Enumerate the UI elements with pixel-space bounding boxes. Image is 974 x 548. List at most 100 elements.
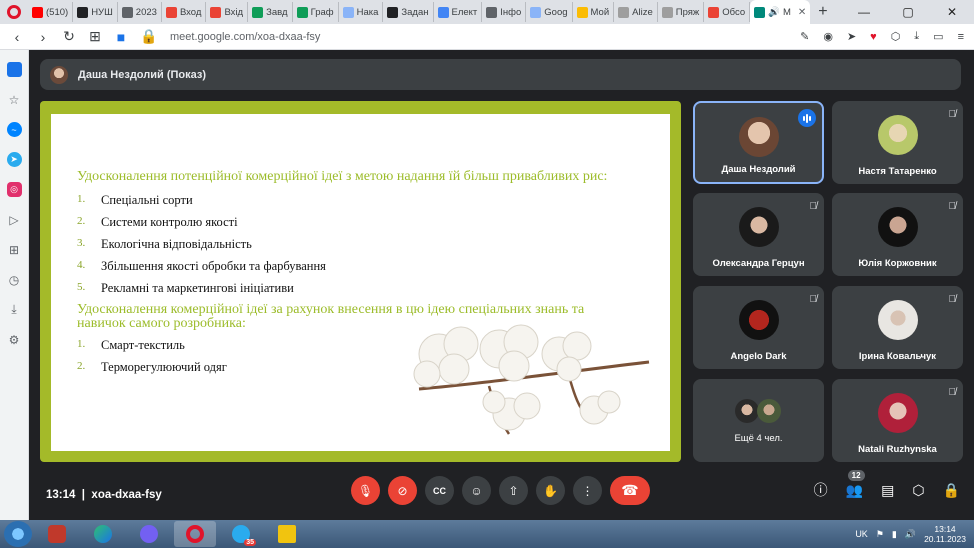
home-icon[interactable] (6, 62, 22, 77)
snapshot-icon[interactable]: ◉ (823, 30, 833, 43)
mic-off-icon: 🎙̸ (948, 109, 957, 120)
taskbar-app-explorer[interactable] (266, 521, 308, 547)
browser-tab[interactable]: Обсо (704, 2, 751, 22)
minimize-icon[interactable]: — (842, 0, 886, 24)
slide-list-item: 5. Рекламні та маркетингові ініціативи (77, 281, 294, 295)
participant-tile[interactable]: 🎙̸ Олександра Герцун (693, 193, 824, 276)
slide-list-item: 2. Терморегулюючий одяг (77, 360, 227, 374)
browser-tab[interactable]: Вхід (206, 2, 249, 22)
participant-tile[interactable]: 🎙̸ Юлія Коржовник (832, 193, 963, 276)
presenter-bar: Даша Нездолий (Показ) (40, 59, 961, 90)
browser-tab[interactable]: Вход (162, 2, 207, 22)
download-icon[interactable]: ⤓ (914, 30, 919, 43)
start-button[interactable] (4, 521, 32, 547)
gmail-icon (210, 6, 222, 18)
emoji-button[interactable]: ☺ (462, 476, 491, 505)
history-icon[interactable]: ◷ (7, 272, 22, 287)
browser-tab[interactable]: Нака (339, 2, 384, 22)
browser-tab[interactable]: Граф (293, 2, 339, 22)
taskbar-app-telegram[interactable]: 35 (220, 521, 262, 547)
browser-tab[interactable]: Завд (248, 2, 293, 22)
raise-hand-button[interactable]: ✋ (536, 476, 565, 505)
window-controls: — ▢ ✕ (842, 0, 974, 24)
browser-tab[interactable]: 2023 (118, 2, 162, 22)
downloads-icon[interactable]: ⤓ (7, 302, 22, 317)
browser-tab[interactable]: НУШ (73, 2, 118, 22)
extensions-icon[interactable]: ⊞ (7, 242, 22, 257)
site-icon (618, 6, 630, 18)
browser-tab[interactable]: Goog (526, 2, 573, 22)
present-button[interactable]: ⇧ (499, 476, 528, 505)
participant-tile[interactable]: 🎙̸ Ірина Ковальчук (832, 286, 963, 369)
tabs-grid-icon[interactable]: ⊞ (88, 28, 102, 45)
close-tab-icon[interactable]: ✕ (798, 7, 806, 18)
messenger-icon[interactable]: ~ (6, 122, 22, 137)
taskbar-app-viber[interactable] (128, 521, 170, 547)
clock[interactable]: 13:14 20.11.2023 (924, 524, 966, 544)
participant-tile[interactable]: 🎙̸ Angelo Dark (693, 286, 824, 369)
player-icon[interactable]: ▷ (7, 212, 22, 227)
instagram-icon[interactable]: ◎ (6, 182, 22, 197)
presentation-frame[interactable]: Удосконалення потенційної комерційної ід… (40, 101, 681, 462)
forward-icon[interactable]: › (36, 29, 50, 45)
new-tab-button[interactable]: + (810, 3, 835, 21)
tray-network-icon[interactable]: ▮ (892, 529, 897, 540)
leave-call-button[interactable]: ☎ (610, 476, 650, 505)
tray-volume-icon[interactable]: 🔊 (905, 529, 916, 540)
telegram-icon[interactable]: ➤ (6, 152, 22, 167)
participant-avatar (877, 207, 918, 247)
lock-icon[interactable]: 🔒 (140, 28, 157, 45)
camera-icon: ■ (116, 28, 126, 45)
send-icon[interactable]: ➤ (847, 30, 856, 43)
captions-button[interactable]: CC (425, 476, 454, 505)
back-icon[interactable]: ‹ (10, 29, 24, 45)
reload-icon[interactable]: ↻ (62, 28, 76, 45)
more-options-button[interactable]: ⋮ (573, 476, 602, 505)
camera-toggle-button[interactable]: ⊘ (388, 476, 417, 505)
language-indicator[interactable]: UK (855, 529, 868, 539)
activities-icon[interactable]: ⬡ (912, 482, 924, 499)
presenter-name: Даша Нездолий (Показ) (78, 68, 206, 81)
opera-menu-icon[interactable] (0, 5, 28, 19)
browser-tab[interactable]: Пряж (658, 2, 705, 22)
browser-tab-active[interactable]: 🔊 М ✕ (750, 0, 811, 24)
slide-list-item: 1. Смарт-текстиль (77, 338, 185, 352)
edit-icon[interactable]: ✎ (800, 30, 809, 43)
bookmarks-icon[interactable]: ☆ (7, 92, 22, 107)
mic-toggle-button[interactable]: 🎙 (351, 476, 380, 505)
taskbar-app-opera[interactable] (174, 521, 216, 547)
browser-tab[interactable]: Alize (614, 2, 658, 22)
browser-tab[interactable]: Задан (383, 2, 434, 22)
participant-name: Ірина Ковальчук (858, 351, 937, 362)
browser-tab[interactable]: Інфо (482, 2, 527, 22)
tray-flag-icon[interactable]: ⚑ (876, 529, 884, 540)
more-participants-tile[interactable]: Ещё 4 чел. (693, 379, 824, 462)
taskbar-app-paint[interactable] (36, 521, 78, 547)
site-icon (708, 6, 720, 18)
browser-tab[interactable]: Мой (573, 2, 615, 22)
chat-icon[interactable]: ▤ (881, 482, 894, 499)
slide-list-item: 1. Спеціальні сорти (77, 193, 193, 207)
browser-tab[interactable]: (510) (28, 2, 74, 22)
participant-tile[interactable]: 🎙̸ Natali Ruzhynska (832, 379, 963, 462)
host-controls-icon[interactable]: 🔒 (943, 482, 960, 499)
speaking-indicator-icon (798, 109, 816, 127)
maximize-icon[interactable]: ▢ (886, 0, 930, 24)
cube-icon[interactable]: ⬡ (891, 30, 901, 43)
participant-tile[interactable]: 🎙̸ Настя Татаренко (832, 101, 963, 184)
battery-icon[interactable]: ▭ (933, 30, 943, 43)
heart-icon[interactable]: ♥ (870, 31, 877, 43)
browser-tab[interactable]: Елект (434, 2, 483, 22)
taskbar-app-edge[interactable] (82, 521, 124, 547)
slide-list-item: 2. Системи контролю якості (77, 215, 238, 229)
meeting-info: 13:14 | xoa-dxaa-fsy (46, 489, 162, 501)
menu-icon[interactable]: ≡ (958, 31, 964, 43)
url-field[interactable]: meet.google.com/xoa-dxaa-fsy (170, 31, 320, 43)
participant-tile[interactable]: Даша Нездолий (693, 101, 824, 184)
close-window-icon[interactable]: ✕ (930, 0, 974, 24)
speaker-icon: 🔊 (768, 6, 780, 18)
settings-icon[interactable]: ⚙ (7, 332, 22, 347)
mic-off-icon: 🎙̸ (809, 201, 818, 212)
info-icon[interactable]: ⓘ (814, 480, 828, 500)
people-icon[interactable]: 👥 12 (846, 469, 865, 499)
